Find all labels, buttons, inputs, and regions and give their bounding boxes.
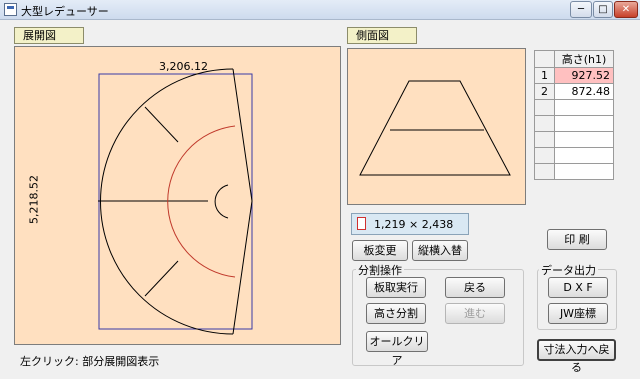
height-split-button[interactable]: 高さ分割 [366,303,426,324]
all-clear-button[interactable]: オールクリア [366,331,428,367]
print-button[interactable]: 印 刷 [547,229,607,250]
dxf-button[interactable]: D X F [548,277,608,298]
window-title: 大型レデューサー [21,5,109,18]
execute-cutting-button[interactable]: 板取実行 [366,277,426,298]
board-size-display: 1,219 × 2,438 [351,213,469,235]
height-cell[interactable]: 872.48 [554,83,614,100]
height-column-header: 高さ(h1) [554,50,614,68]
row-number [534,115,555,132]
title-bar: 大型レデューサー ─ □ ✕ [0,0,640,20]
return-to-dimension-input-button[interactable]: 寸法入力へ戻る [537,339,616,374]
app-icon [4,3,17,16]
row-number [534,163,555,180]
maximize-button[interactable]: □ [593,1,613,18]
row-number: 2 [534,83,555,100]
row-number: 1 [534,67,555,84]
jw-coordinates-button[interactable]: JW座標 [548,303,608,324]
height-cell[interactable] [554,99,614,116]
height-cell[interactable]: 927.52 [554,67,614,84]
row-number [534,99,555,116]
height-cell[interactable] [554,131,614,148]
back-button[interactable]: 戻る [445,277,505,298]
development-view-label: 展開図 [14,27,84,44]
side-view-canvas [347,48,526,205]
forward-button[interactable]: 進む [445,303,505,324]
height-cell[interactable] [554,115,614,132]
board-icon [357,217,366,230]
height-cell[interactable] [554,163,614,180]
side-dimension-label: 5,218.52 [27,175,41,224]
status-text: 左クリック: 部分展開図表示 [20,355,160,368]
side-view-drawing [359,80,511,176]
side-view-label: 側面図 [347,27,417,44]
row-number [534,131,555,148]
development-drawing [98,68,253,335]
row-number [534,147,555,164]
data-output-label: データ出力 [539,262,598,278]
split-operations-label: 分割操作 [356,262,404,278]
close-button[interactable]: ✕ [614,1,638,18]
board-size-text: 1,219 × 2,438 [374,218,454,231]
height-cell[interactable] [554,147,614,164]
change-board-button[interactable]: 板変更 [352,240,408,261]
top-dimension-label: 3,206.12 [159,60,208,73]
sector-outline [98,68,253,335]
height-table: 高さ(h1) 1 927.52 2 872.48 [534,50,614,180]
minimize-button[interactable]: ─ [570,1,592,18]
swap-orientation-button[interactable]: 縦横入替 [412,240,468,261]
development-view-canvas[interactable]: 3,206.12 5,218.52 [14,46,341,345]
